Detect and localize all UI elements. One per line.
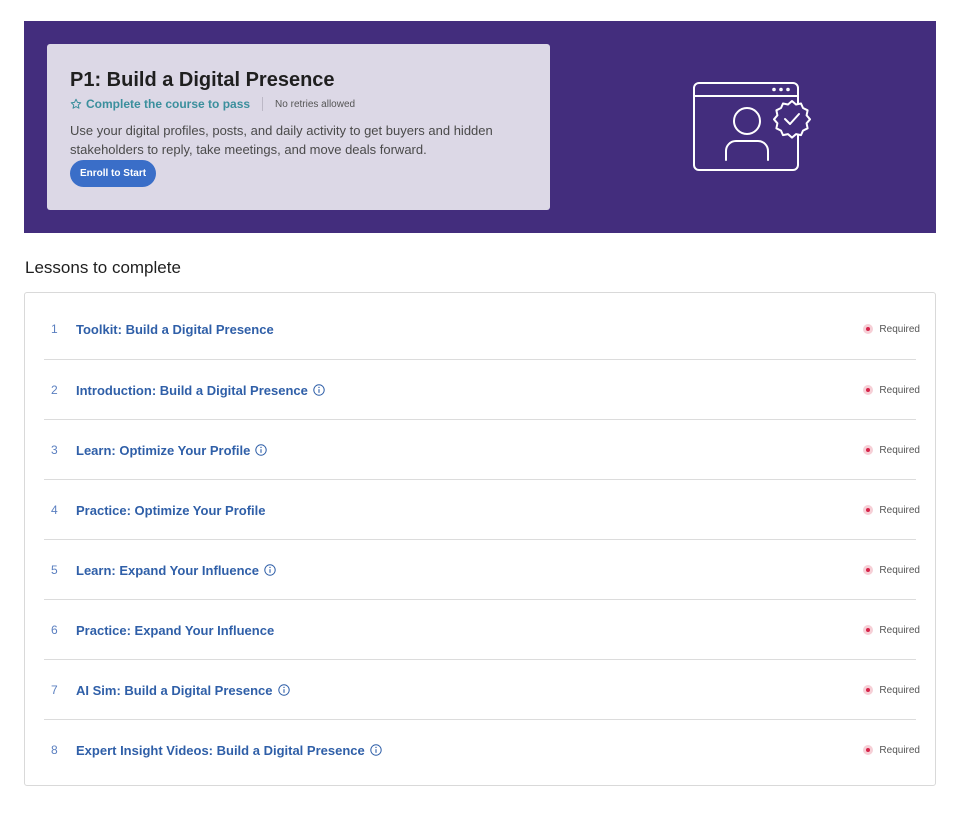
- required-label: Required: [879, 744, 920, 756]
- list-item[interactable]: 5 Learn: Expand Your Influence Required: [44, 539, 920, 600]
- list-item[interactable]: 6 Practice: Expand Your Influence Requir…: [44, 599, 920, 660]
- required-dot-icon: [863, 685, 874, 695]
- course-description: Use your digital profiles, posts, and da…: [70, 123, 493, 157]
- list-item[interactable]: 2 Introduction: Build a Digital Presence…: [44, 359, 920, 420]
- required-badge: Required: [863, 299, 920, 359]
- course-meta: Complete the course to pass No retries a…: [70, 96, 355, 112]
- required-label: Required: [879, 624, 920, 636]
- lesson-title-link[interactable]: AI Sim: Build a Digital Presence: [76, 683, 273, 698]
- lesson-title-link[interactable]: Introduction: Build a Digital Presence: [76, 383, 308, 398]
- lesson-title-link[interactable]: Practice: Optimize Your Profile: [76, 503, 266, 518]
- meta-divider: [262, 97, 264, 111]
- required-dot-icon: [863, 445, 874, 455]
- lesson-number: 7: [51, 683, 58, 697]
- lesson-number: 5: [51, 563, 58, 577]
- required-badge: Required: [863, 360, 920, 420]
- lesson-number: 3: [51, 443, 58, 457]
- list-item[interactable]: 3 Learn: Optimize Your Profile Required: [44, 419, 920, 480]
- required-label: Required: [879, 323, 920, 335]
- lesson-title-link[interactable]: Learn: Optimize Your Profile: [76, 443, 250, 458]
- required-badge: Required: [863, 660, 920, 720]
- course-title: P1: Build a Digital Presence: [70, 69, 335, 91]
- required-badge: Required: [863, 420, 920, 480]
- list-item[interactable]: 7 AI Sim: Build a Digital Presence Requi…: [44, 659, 920, 720]
- retries-label: No retries allowed: [275, 98, 356, 110]
- course-summary-card: P1: Build a Digital Presence Complete th…: [47, 44, 550, 210]
- lesson-number: 2: [51, 383, 58, 397]
- required-dot-icon: [863, 745, 874, 755]
- info-icon[interactable]: [255, 444, 268, 456]
- required-badge: Required: [863, 540, 920, 600]
- info-icon[interactable]: [277, 684, 290, 696]
- lesson-number: 6: [51, 623, 58, 637]
- required-label: Required: [879, 564, 920, 576]
- required-dot-icon: [863, 324, 874, 334]
- info-icon[interactable]: [313, 384, 325, 396]
- pass-requirement: Complete the course to pass: [70, 97, 250, 111]
- required-badge: Required: [863, 600, 920, 660]
- required-badge: Required: [863, 720, 920, 780]
- required-badge: Required: [863, 480, 920, 540]
- list-item[interactable]: 8 Expert Insight Videos: Build a Digital…: [44, 719, 920, 780]
- list-item[interactable]: 4 Practice: Optimize Your Profile Requir…: [44, 479, 920, 540]
- lessons-section-title: Lessons to complete: [25, 258, 181, 277]
- required-dot-icon: [863, 385, 874, 395]
- required-label: Required: [879, 384, 920, 396]
- lesson-title-link[interactable]: Practice: Expand Your Influence: [76, 623, 274, 638]
- star-icon: [70, 98, 82, 109]
- required-dot-icon: [863, 505, 874, 515]
- enroll-button[interactable]: Enroll to Start: [70, 160, 156, 187]
- lesson-title-link[interactable]: Toolkit: Build a Digital Presence: [76, 322, 274, 337]
- profile-badge-icon: [693, 82, 811, 171]
- lessons-list: 1 Toolkit: Build a Digital Presence Requ…: [24, 292, 936, 786]
- lesson-number: 4: [51, 503, 58, 517]
- required-label: Required: [879, 504, 920, 516]
- list-item[interactable]: 1 Toolkit: Build a Digital Presence Requ…: [44, 299, 920, 359]
- required-dot-icon: [863, 625, 874, 635]
- required-label: Required: [879, 444, 920, 456]
- lesson-title-link[interactable]: Expert Insight Videos: Build a Digital P…: [76, 743, 365, 758]
- course-hero: P1: Build a Digital Presence Complete th…: [24, 21, 936, 233]
- pass-label: Complete the course to pass: [86, 97, 251, 111]
- lesson-number: 1: [51, 322, 58, 336]
- info-icon[interactable]: [264, 564, 276, 576]
- info-icon[interactable]: [370, 744, 382, 756]
- required-label: Required: [879, 684, 920, 696]
- required-dot-icon: [863, 565, 874, 575]
- lesson-title-link[interactable]: Learn: Expand Your Influence: [76, 563, 259, 578]
- lesson-number: 8: [51, 743, 58, 757]
